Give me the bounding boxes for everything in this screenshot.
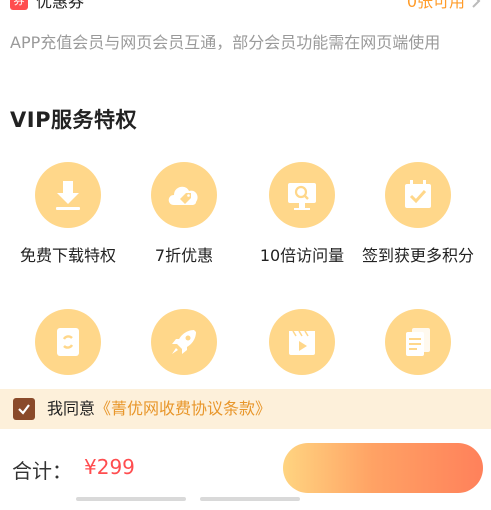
agreement-prefix: 我同意 <box>47 399 96 418</box>
perk-label: 签到获更多积分 <box>361 246 474 265</box>
coupon-label: 优惠券 <box>36 0 85 11</box>
scroll-indicator <box>76 497 186 501</box>
membership-notice: APP充值会员与网页会员互通，部分会员功能需在网页端使用 <box>10 33 441 52</box>
perk-label: 免费下载特权 <box>19 246 116 265</box>
perk-checkin-points[interactable]: 签到获更多积分 <box>358 162 478 266</box>
magnifier-monitor-icon <box>269 162 335 228</box>
chevron-right-icon <box>472 0 481 8</box>
perk-label: 10倍访问量 <box>259 246 345 265</box>
agreement-checkbox[interactable] <box>13 398 35 420</box>
perk-discount[interactable]: 7折优惠 <box>124 162 244 266</box>
perk-free-download[interactable]: 免费下载特权 <box>8 162 128 266</box>
documents-icon <box>385 309 451 375</box>
refresh-page-icon <box>35 309 101 375</box>
section-title: VIP服务特权 <box>10 108 137 132</box>
agreement-text: 我同意《菁优网收费协议条款》 <box>47 399 271 419</box>
calendar-check-icon <box>385 162 451 228</box>
discount-tag-icon <box>151 162 217 228</box>
perk-10x-visits[interactable]: 10倍访问量 <box>242 162 362 266</box>
coupon-count: 0张可用 <box>406 0 465 11</box>
checkmark-icon <box>18 404 30 415</box>
perk-item-8[interactable] <box>358 309 478 375</box>
agreement-terms-link[interactable]: 《菁优网收费协议条款》 <box>95 399 271 418</box>
perk-label: 7折优惠 <box>154 246 214 265</box>
total-price: ¥299 <box>84 455 135 479</box>
total-label: 合计： <box>12 459 72 483</box>
perk-item-7[interactable] <box>242 309 362 375</box>
perk-item-6[interactable] <box>124 309 244 375</box>
perk-item-5[interactable] <box>8 309 128 375</box>
pay-button[interactable] <box>283 443 483 493</box>
agreement-bar: 我同意《菁优网收费协议条款》 <box>0 389 491 429</box>
coupon-icon: 券 <box>10 0 28 10</box>
video-play-icon <box>269 309 335 375</box>
rocket-icon <box>151 309 217 375</box>
download-icon <box>35 162 101 228</box>
scroll-indicator <box>200 497 300 501</box>
coupon-row[interactable]: 券 优惠券 0张可用 <box>0 0 491 16</box>
